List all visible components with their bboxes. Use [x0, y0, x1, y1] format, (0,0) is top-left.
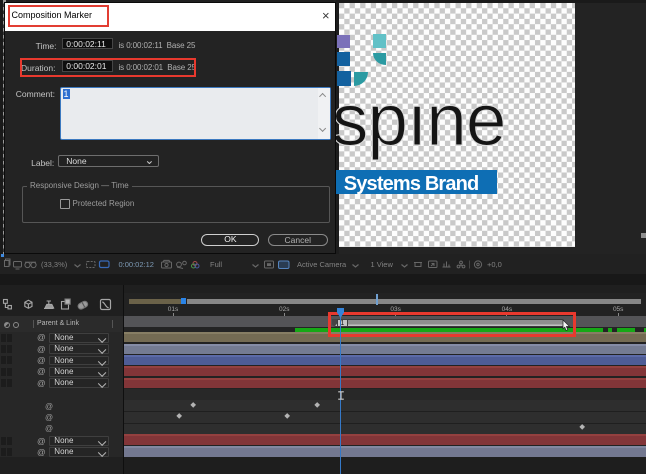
svg-text:0:00:02:12: 0:00:02:12 — [119, 260, 154, 269]
svg-text:Active Camera: Active Camera — [297, 260, 347, 269]
svg-text:+0,0: +0,0 — [487, 260, 502, 269]
svg-text:1 View: 1 View — [371, 260, 394, 269]
svg-text:Full: Full — [210, 260, 222, 269]
svg-text:(33,3%): (33,3%) — [41, 260, 68, 269]
